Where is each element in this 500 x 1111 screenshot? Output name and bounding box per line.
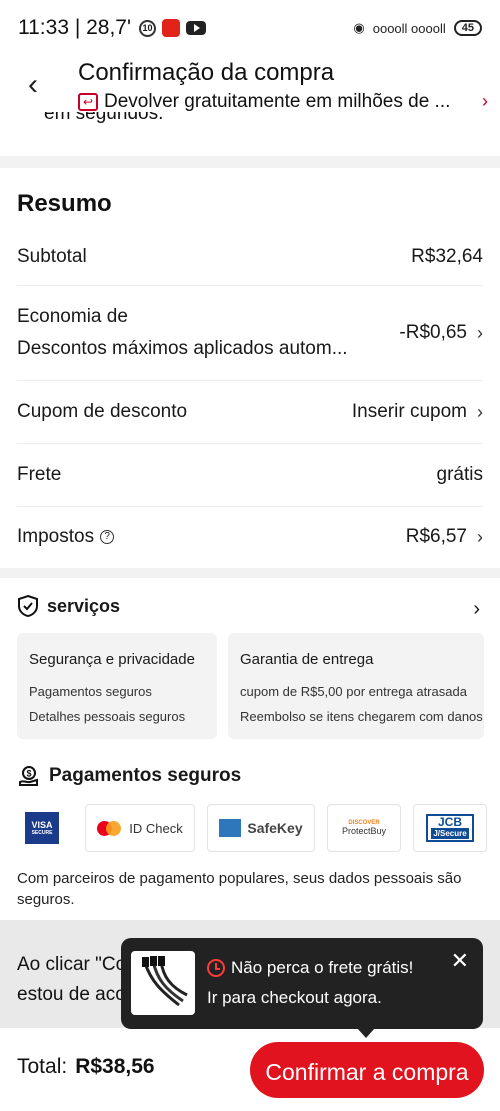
services-title: serviços — [47, 595, 121, 616]
status-time: 11:33 | 28,7' — [18, 16, 131, 39]
summary-section: Resumo Subtotal R$32,64 Economia de Desc… — [0, 168, 500, 568]
close-icon[interactable]: ✕ — [451, 948, 469, 974]
service-card-security[interactable]: Segurança e privacidade Pagamentos segur… — [17, 633, 217, 739]
economy-sublabel: Descontos máximos aplicados autom... — [17, 338, 348, 359]
shipping-value: grátis — [436, 464, 483, 485]
status-bar: 11:33 | 28,7' 10 ◉ ooooll ooooll 45 — [0, 0, 500, 56]
total-label: Total: — [17, 1055, 68, 1078]
amex-safekey-logo: SafeKey — [207, 804, 315, 852]
shipping-label: Frete — [17, 464, 62, 485]
economy-label: Economia de — [17, 306, 128, 327]
chevron-right-icon: › — [477, 526, 483, 547]
taxes-value: R$6,57 — [405, 526, 467, 547]
free-return-text: Devolver gratuitamente em milhões de ... — [104, 91, 451, 112]
mastercard-icon — [97, 820, 122, 836]
free-shipping-toast[interactable]: Não perca o frete grátis! Ir para checko… — [121, 938, 483, 1038]
notification-badge-icon: 10 — [139, 19, 156, 37]
service-card-title: Garantia de entrega — [240, 651, 374, 668]
secure-payments-header: $ Pagamentos seguros — [17, 764, 241, 788]
subtotal-row: Subtotal R$32,64 — [17, 228, 483, 286]
free-return-banner[interactable]: ↩ Devolver gratuitamente em milhões de .… — [78, 91, 488, 113]
service-card-line: Pagamentos seguros — [29, 684, 152, 699]
youtube-app-icon — [186, 21, 206, 35]
checkout-bar: Total: R$38,56 Confirmar a compra — [0, 1028, 500, 1111]
back-arrow-icon[interactable]: ‹ — [28, 68, 38, 102]
jcb-jsecure-logo: JCB J/Secure — [413, 804, 487, 852]
service-card-delivery[interactable]: Garantia de entrega cupom de R$5,00 por … — [228, 633, 484, 739]
payment-note: Com parceiros de pagamento populares, se… — [17, 870, 462, 908]
battery-icon: 45 — [453, 20, 482, 36]
coupon-label: Cupom de desconto — [17, 401, 188, 422]
hotspot-icon: ◉ — [353, 20, 365, 35]
coupon-value: Inserir cupom — [351, 401, 467, 422]
subtotal-value: R$32,64 — [411, 245, 483, 267]
chevron-right-icon: › — [482, 91, 488, 111]
service-card-title: Segurança e privacidade — [29, 651, 195, 668]
service-card-line: Detalhes pessoais seguros — [29, 709, 186, 724]
economy-value: -R$0,65 — [399, 322, 467, 343]
service-card-line: Reembolso se itens chegarem com danos — [240, 709, 483, 724]
chevron-right-icon: › — [477, 401, 483, 422]
chevron-right-icon[interactable]: › — [473, 598, 480, 621]
summary-title: Resumo — [17, 190, 112, 217]
services-header[interactable]: serviços — [17, 594, 120, 618]
scrolled-text: em segundos. — [44, 112, 164, 124]
payment-logos: VISA SECURE ID Check SafeKey DISCOVER Pro… — [17, 804, 487, 852]
signal-icon: ooooll ooooll — [372, 20, 446, 36]
economy-row[interactable]: Economia de Descontos máximos aplicados … — [17, 286, 483, 381]
discover-protectbuy-logo: DISCOVER ProtectBuy — [327, 804, 401, 852]
subtotal-label: Subtotal — [17, 245, 87, 267]
total-summary: Total: R$38,56 — [17, 1055, 155, 1079]
chevron-right-icon: › — [477, 322, 483, 343]
service-card-line: cupom de R$5,00 por entrega atrasada — [240, 684, 467, 699]
shield-check-icon — [18, 594, 38, 618]
taxes-row[interactable]: Impostos? R$6,57 › — [17, 507, 483, 567]
total-value: R$38,56 — [75, 1055, 155, 1078]
page-header: ‹ Confirmação da compra ↩ Devolver gratu… — [0, 56, 500, 156]
toast-title: Não perca o frete grátis! — [231, 958, 414, 977]
secure-payments-title: Pagamentos seguros — [49, 765, 242, 786]
page-title: Confirmação da compra — [78, 59, 335, 86]
taxes-label: Impostos — [17, 526, 95, 547]
info-icon[interactable]: ? — [100, 529, 115, 544]
confirm-purchase-button[interactable]: Confirmar a compra — [250, 1042, 484, 1098]
coupon-row[interactable]: Cupom de desconto Inserir cupom › — [17, 381, 483, 444]
return-icon: ↩ — [78, 93, 98, 111]
product-thumbnail — [131, 951, 195, 1015]
amex-icon — [219, 819, 242, 837]
visa-secure-logo: VISA SECURE — [17, 804, 73, 852]
shipping-row: Frete grátis — [17, 444, 483, 507]
aliexpress-app-icon — [162, 19, 180, 37]
toast-subtitle: Ir para checkout agora. — [207, 988, 382, 1007]
services-section: serviços › Segurança e privacidade Pagam… — [0, 578, 500, 920]
svg-text:$: $ — [26, 769, 31, 779]
secure-payment-icon: $ — [19, 766, 38, 786]
clock-icon — [207, 959, 225, 977]
mastercard-id-check-logo: ID Check — [85, 804, 195, 852]
